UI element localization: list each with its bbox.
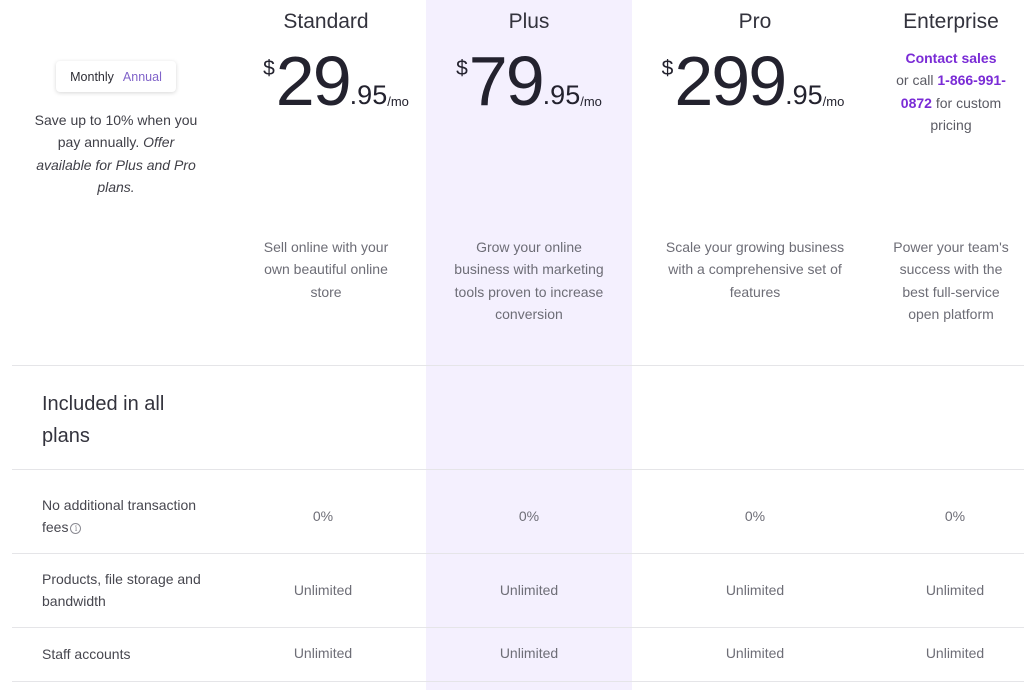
plan-column-enterprise: Enterprise Contact sales or call 1-866-9…: [878, 0, 1024, 360]
divider: [12, 627, 1024, 628]
plan-name: Pro: [738, 10, 772, 33]
plan-description: Sell online with your own beautiful onli…: [263, 239, 389, 300]
divider: [12, 681, 1024, 682]
feature-label: Staff accounts: [42, 646, 131, 662]
price-period: /mo: [387, 94, 409, 109]
billing-period-toggle[interactable]: Monthly Annual: [56, 61, 176, 92]
plan-column-pro: Pro $ 299 .95 /mo Scale your growing bus…: [632, 0, 878, 360]
feature-value-enterprise: Unlimited: [925, 645, 985, 661]
divider: [12, 469, 1024, 470]
price-cents: .95: [349, 80, 388, 110]
enterprise-contact: Contact sales or call 1-866-991-0872 for…: [878, 47, 1024, 136]
feature-value-enterprise: 0%: [944, 508, 966, 524]
price-integer: 29: [275, 42, 352, 120]
feature-value-standard: 0%: [312, 508, 334, 524]
plan-description: Scale your growing business with a compr…: [665, 239, 845, 300]
price-integer: 79: [468, 42, 545, 120]
info-icon[interactable]: i: [70, 523, 82, 535]
plan-name: Enterprise: [903, 10, 999, 33]
contact-end-text: for custom pricing: [930, 94, 1002, 133]
divider: [12, 553, 1024, 554]
feature-value-plus: Unlimited: [499, 582, 559, 598]
annual-option[interactable]: Annual: [123, 70, 162, 84]
feature-value-pro: Unlimited: [725, 645, 785, 661]
plan-price: $ 79 .95 /mo: [426, 46, 632, 116]
price-period: /mo: [580, 94, 602, 109]
plan-description: Grow your online business with marketing…: [454, 239, 604, 322]
plan-name: Standard: [283, 10, 369, 33]
monthly-option[interactable]: Monthly: [70, 70, 114, 84]
annual-savings-note: Save up to 10% when you pay annually. Of…: [30, 109, 202, 198]
contact-mid-text: or call: [896, 72, 934, 89]
feature-label-text: No additional transaction fees: [42, 497, 197, 536]
feature-value-enterprise: Unlimited: [925, 582, 985, 598]
section-title: Included in all plans: [42, 393, 165, 447]
feature-value-pro: 0%: [744, 508, 766, 524]
plan-price: $ 299 .95 /mo: [628, 46, 878, 116]
feature-value-standard: Unlimited: [293, 582, 353, 598]
contact-sales-link[interactable]: Contact sales: [905, 50, 996, 66]
price-cents: .95: [785, 80, 823, 110]
price-integer: 299: [674, 42, 787, 120]
feature-value-plus: 0%: [518, 508, 540, 524]
price-cents: .95: [542, 80, 581, 110]
feature-value-standard: Unlimited: [293, 645, 353, 661]
feature-label: Products, file storage and bandwidth: [42, 571, 201, 610]
price-currency: $: [661, 57, 674, 80]
price-currency: $: [456, 57, 468, 80]
plan-description: Power your team's success with the best …: [893, 239, 1009, 322]
plan-column-standard: Standard $ 29 .95 /mo Sell online with y…: [226, 0, 426, 360]
feature-value-pro: Unlimited: [725, 582, 785, 598]
plan-price: $ 29 .95 /mo: [246, 46, 426, 116]
divider: [12, 365, 1024, 366]
feature-value-plus: Unlimited: [499, 645, 559, 661]
plan-name: Plus: [508, 10, 550, 33]
price-period: /mo: [822, 94, 845, 109]
price-currency: $: [263, 57, 275, 80]
plan-column-plus: Plus $ 79 .95 /mo Grow your online busin…: [426, 0, 632, 360]
feature-label: No additional transaction fees i: [42, 494, 217, 539]
